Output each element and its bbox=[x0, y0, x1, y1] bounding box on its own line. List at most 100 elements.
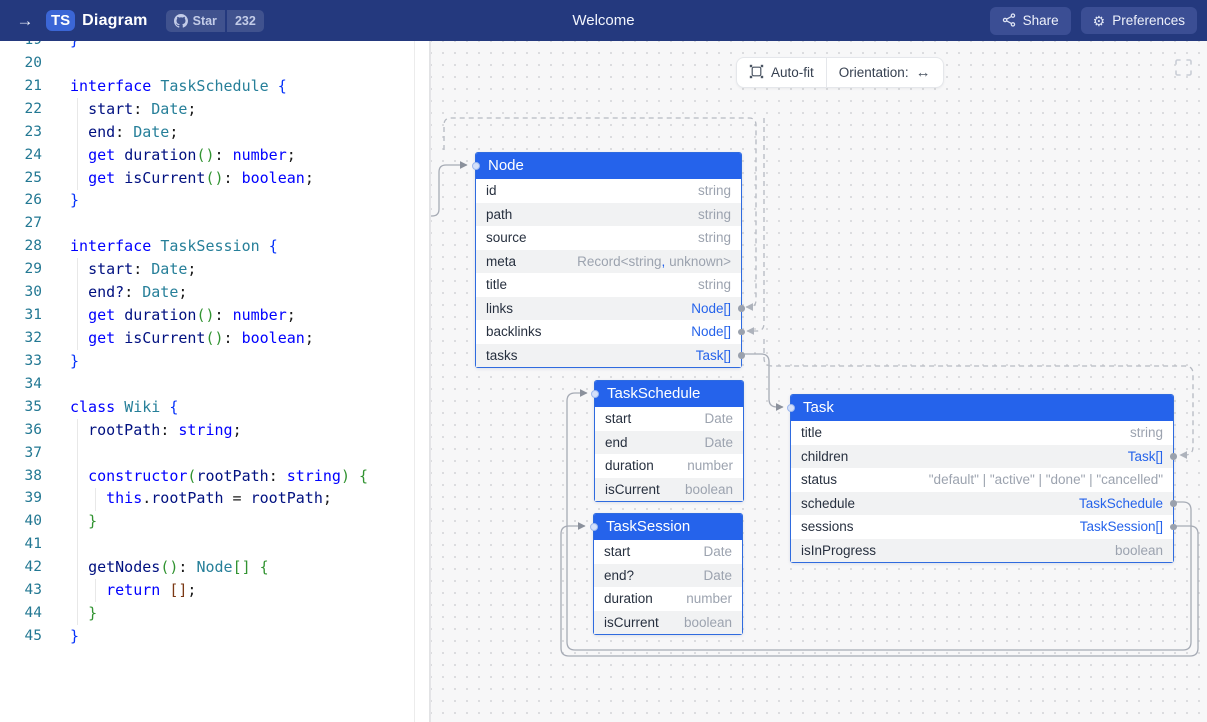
entity-task[interactable]: TasktitlestringchildrenTask[]status"defa… bbox=[790, 394, 1174, 563]
orientation-button[interactable]: Orientation: ↔ bbox=[827, 58, 943, 87]
row-type: boolean bbox=[684, 615, 732, 630]
editor-line[interactable]: 30 end?: Date; bbox=[0, 281, 428, 304]
editor-line[interactable]: 40 } bbox=[0, 510, 428, 533]
line-number: 44 bbox=[0, 602, 42, 625]
autofit-icon bbox=[749, 64, 764, 82]
editor-line[interactable]: 37 bbox=[0, 442, 428, 465]
editor-line[interactable]: 35class Wiki { bbox=[0, 396, 428, 419]
code-text: } bbox=[42, 625, 79, 648]
entity-name: Node bbox=[488, 157, 524, 174]
relation-source-port bbox=[1170, 524, 1177, 531]
row-label: title bbox=[486, 277, 507, 292]
line-number: 36 bbox=[0, 419, 42, 442]
entity-taskschedule[interactable]: TaskSchedulestartDateendDatedurationnumb… bbox=[594, 380, 744, 502]
row-label: meta bbox=[486, 254, 516, 269]
row-type[interactable]: Node[] bbox=[691, 324, 731, 339]
relation-source-port bbox=[738, 352, 745, 359]
editor-line[interactable]: 22 start: Date; bbox=[0, 98, 428, 121]
editor-line[interactable]: 24 get duration(): number; bbox=[0, 144, 428, 167]
editor-line[interactable]: 20 bbox=[0, 52, 428, 75]
line-number: 20 bbox=[0, 52, 42, 75]
row-type[interactable]: TaskSchedule bbox=[1079, 496, 1163, 511]
editor-line[interactable]: 27 bbox=[0, 212, 428, 235]
entity-name: TaskSession bbox=[606, 518, 690, 535]
row-type: Record<string, unknown> bbox=[577, 254, 731, 269]
line-number: 38 bbox=[0, 465, 42, 488]
row-type[interactable]: Node[] bbox=[691, 301, 731, 316]
indent-guide bbox=[95, 488, 96, 511]
code-text: get duration(): number; bbox=[42, 144, 296, 167]
editor-line[interactable]: 31 get duration(): number; bbox=[0, 304, 428, 327]
indent-guide bbox=[77, 258, 78, 350]
editor-line[interactable]: 23 end: Date; bbox=[0, 121, 428, 144]
entity-tasksession[interactable]: TaskSessionstartDateend?Datedurationnumb… bbox=[593, 513, 743, 635]
entity-header[interactable]: TaskSession bbox=[594, 514, 742, 540]
line-number: 37 bbox=[0, 442, 42, 465]
app-name: Diagram bbox=[82, 12, 147, 30]
relation-source-port bbox=[738, 329, 745, 336]
editor-line[interactable]: 36 rootPath: string; bbox=[0, 419, 428, 442]
code-text bbox=[42, 373, 70, 396]
line-number: 32 bbox=[0, 327, 42, 350]
collapse-panel-arrow-icon[interactable]: → bbox=[14, 11, 36, 31]
code-text: this.rootPath = rootPath; bbox=[42, 487, 332, 510]
row-type[interactable]: TaskSession[] bbox=[1080, 519, 1163, 534]
entity-node[interactable]: NodeidstringpathstringsourcestringmetaRe… bbox=[475, 152, 742, 368]
editor-line[interactable]: 45} bbox=[0, 625, 428, 648]
share-button[interactable]: Share bbox=[990, 7, 1071, 35]
diagram-canvas[interactable]: Auto-fit Orientation: ↔ Nodeidstringpath… bbox=[430, 41, 1207, 722]
row-type[interactable]: Task[] bbox=[696, 348, 731, 363]
github-star-badge[interactable]: Star 232 bbox=[166, 10, 264, 32]
line-number: 30 bbox=[0, 281, 42, 304]
line-number: 43 bbox=[0, 579, 42, 602]
row-label: start bbox=[605, 411, 631, 426]
editor-line[interactable]: 44 } bbox=[0, 602, 428, 625]
editor-line[interactable]: 25 get isCurrent(): boolean; bbox=[0, 167, 428, 190]
editor-line[interactable]: 39 this.rootPath = rootPath; bbox=[0, 487, 428, 510]
share-label: Share bbox=[1023, 13, 1059, 28]
fullscreen-button[interactable] bbox=[1174, 58, 1193, 82]
preferences-button[interactable]: ⚙ Preferences bbox=[1081, 7, 1197, 34]
entity-target-port bbox=[787, 404, 795, 412]
line-number: 41 bbox=[0, 533, 42, 556]
entity-header[interactable]: Task bbox=[791, 395, 1173, 421]
editor-line[interactable]: 43 return []; bbox=[0, 579, 428, 602]
editor-lines: 19}2021interface TaskSchedule {22 start:… bbox=[0, 41, 428, 648]
editor-line[interactable]: 41 bbox=[0, 533, 428, 556]
row-label: sessions bbox=[801, 519, 854, 534]
editor-line[interactable]: 29 start: Date; bbox=[0, 258, 428, 281]
edges-layer bbox=[431, 41, 1207, 722]
entity-row-schedule: scheduleTaskSchedule bbox=[791, 492, 1173, 516]
editor-line[interactable]: 19} bbox=[0, 41, 428, 52]
top-bar: → TS Diagram Star 232 Welcome Share ⚙ Pr… bbox=[0, 0, 1207, 41]
editor-line[interactable]: 32 get isCurrent(): boolean; bbox=[0, 327, 428, 350]
indent-guide bbox=[77, 98, 78, 190]
row-label: children bbox=[801, 449, 848, 464]
row-type: string bbox=[698, 183, 731, 198]
row-type[interactable]: Task[] bbox=[1128, 449, 1163, 464]
editor-line[interactable]: 42 getNodes(): Node[] { bbox=[0, 556, 428, 579]
entity-header[interactable]: Node bbox=[476, 153, 741, 179]
editor-line[interactable]: 38 constructor(rootPath: string) { bbox=[0, 465, 428, 488]
editor-line[interactable]: 34 bbox=[0, 373, 428, 396]
preferences-label: Preferences bbox=[1112, 13, 1185, 28]
autofit-button[interactable]: Auto-fit bbox=[737, 58, 826, 87]
entity-row-end: end?Date bbox=[594, 564, 742, 588]
autofit-label: Auto-fit bbox=[771, 65, 814, 80]
editor-line[interactable]: 21interface TaskSchedule { bbox=[0, 75, 428, 98]
line-number: 25 bbox=[0, 167, 42, 190]
code-text: } bbox=[42, 602, 97, 625]
row-type: string bbox=[698, 207, 731, 222]
row-type: string bbox=[698, 230, 731, 245]
editor-line[interactable]: 28interface TaskSession { bbox=[0, 235, 428, 258]
entity-target-port bbox=[472, 162, 480, 170]
entity-header[interactable]: TaskSchedule bbox=[595, 381, 743, 407]
row-label: source bbox=[486, 230, 527, 245]
editor-line[interactable]: 33} bbox=[0, 350, 428, 373]
line-number: 26 bbox=[0, 189, 42, 212]
entity-row-sessions: sessions TaskSession[] bbox=[791, 515, 1173, 539]
code-editor[interactable]: 19}2021interface TaskSchedule {22 start:… bbox=[0, 41, 430, 722]
entity-row-id: idstring bbox=[476, 179, 741, 203]
row-type: string bbox=[1130, 425, 1163, 440]
editor-line[interactable]: 26} bbox=[0, 189, 428, 212]
